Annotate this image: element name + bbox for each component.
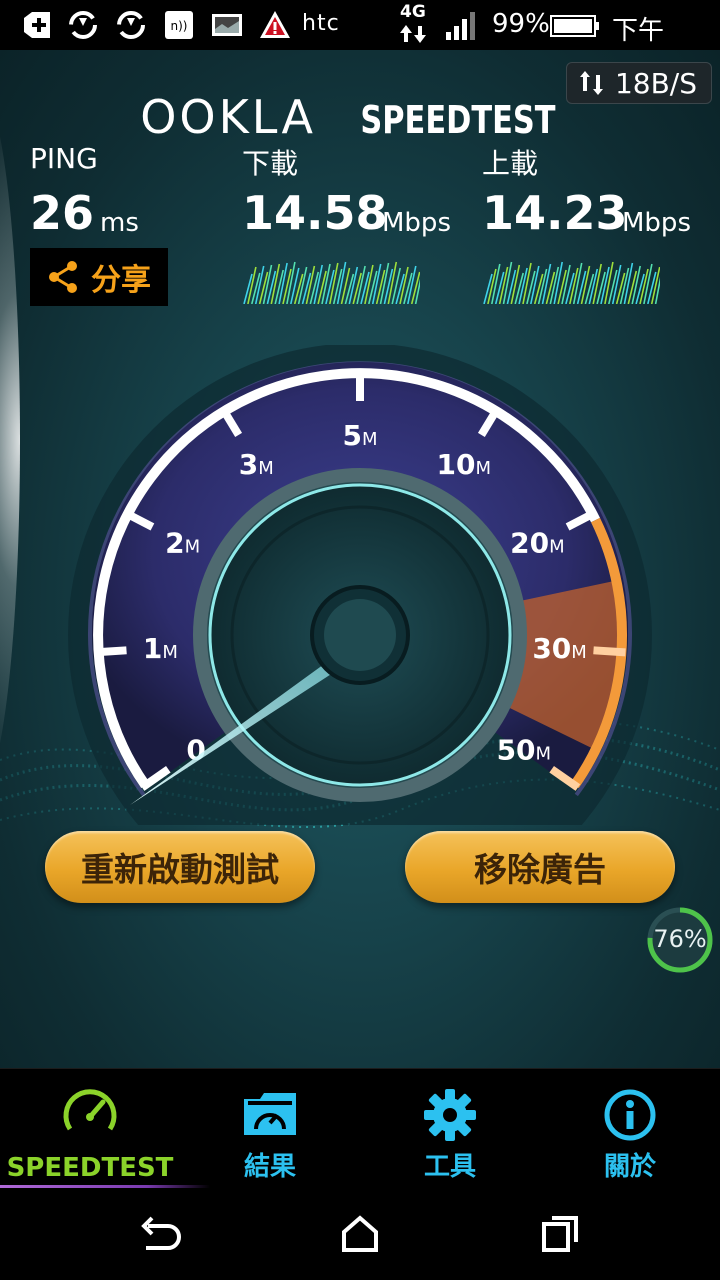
nav-label-tools: 工具 — [423, 1152, 476, 1182]
nav-item-speedtest[interactable]: SPEEDTEST — [0, 1069, 210, 1189]
upload-value: 14.23 — [482, 186, 628, 240]
gauge-hub-center — [324, 599, 396, 671]
speed-gauge: 01M2M3M5M10M20M30M50M — [68, 345, 652, 825]
home-icon[interactable] — [340, 1214, 380, 1254]
svg-text:n)): n)) — [171, 19, 188, 33]
download-unit: Mbps — [382, 208, 451, 238]
nav-label-about: 關於 — [603, 1152, 656, 1182]
results-folder-icon — [244, 1093, 296, 1135]
bottom-navigation: SPEEDTEST 結果 工具 關於 — [0, 1068, 720, 1189]
transfer-arrows-icon — [579, 71, 603, 95]
sync-icon — [69, 11, 97, 39]
ookla-brand: OOKLA — [140, 90, 316, 144]
warning-icon — [260, 11, 290, 38]
system-navigation-bar — [0, 1188, 720, 1280]
nav-item-tools[interactable]: 工具 — [360, 1069, 540, 1189]
nfc-icon: n)) — [165, 11, 193, 39]
share-label: 分享 — [91, 263, 151, 298]
add-icon — [24, 12, 50, 38]
battery-percent: 99% — [492, 9, 550, 39]
network-type: 4G — [400, 2, 426, 22]
ping-unit: ms — [100, 208, 139, 238]
speedtest-brand: SPEEDTEST — [360, 98, 556, 142]
back-icon[interactable] — [138, 1214, 182, 1254]
share-icon — [49, 261, 77, 293]
upload-label: 上載 — [482, 147, 539, 180]
nav-item-about[interactable]: 關於 — [540, 1069, 720, 1189]
download-label: 下載 — [242, 147, 299, 180]
carrier-label: htc — [302, 11, 340, 36]
sync-icon — [117, 11, 145, 39]
status-bar: n)) htc 4G 99% 下午9:06 — [0, 0, 720, 77]
share-button[interactable]: 分享 — [30, 248, 168, 306]
download-value: 14.58 — [242, 186, 388, 240]
speedometer-icon — [63, 1089, 117, 1131]
battery-icon — [550, 15, 599, 37]
upload-graph — [483, 261, 660, 304]
gear-icon — [424, 1089, 476, 1141]
restart-test-button[interactable]: 重新啟動測試 — [45, 831, 315, 903]
gauge-tick — [593, 646, 626, 657]
remove-ads-button[interactable]: 移除廣告 — [405, 831, 675, 903]
data-rate-badge: 18B/S — [565, 62, 712, 104]
signal-icon — [446, 12, 475, 40]
data-rate-value: 18B/S — [614, 66, 697, 100]
upload-unit: Mbps — [622, 208, 691, 238]
info-icon — [604, 1089, 656, 1141]
progress-indicator: 76% — [645, 905, 715, 975]
recent-apps-icon[interactable] — [540, 1214, 580, 1254]
gauge-tick — [94, 646, 127, 657]
nav-item-results[interactable]: 結果 — [180, 1069, 360, 1189]
download-graph — [243, 261, 420, 304]
ping-value: 26 — [30, 186, 95, 240]
speedtest-screen: OOKLA SPEEDTEST 18B/S PING 26 ms 下載 14.58… — [0, 50, 720, 1068]
image-icon — [212, 14, 242, 36]
ping-label: PING — [30, 142, 98, 175]
nav-label-results: 結果 — [243, 1152, 296, 1182]
data-arrows-icon — [400, 25, 426, 43]
progress-label: 76% — [653, 925, 707, 953]
